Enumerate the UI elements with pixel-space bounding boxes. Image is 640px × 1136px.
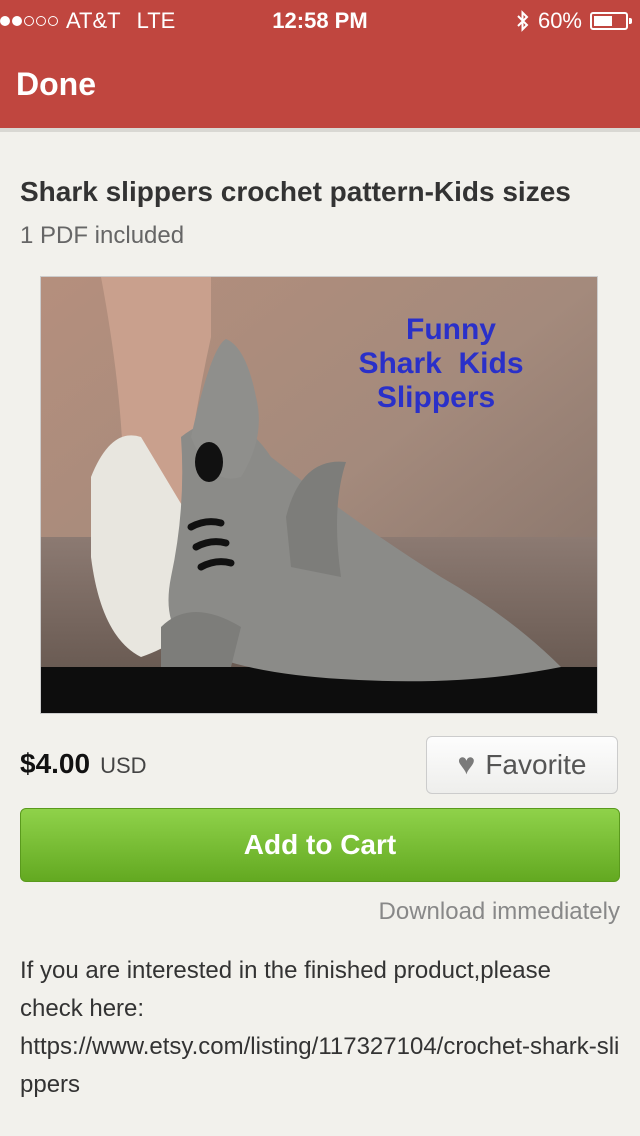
image-text-line-2: Shark Kids [358, 347, 523, 380]
listing-description: If you are interested in the finished pr… [20, 952, 620, 1104]
favorite-button[interactable]: ♥ Favorite [426, 736, 618, 794]
add-to-cart-button[interactable]: Add to Cart [20, 808, 620, 882]
header-divider [0, 128, 640, 132]
status-right: 60% [516, 8, 632, 34]
description-text: If you are interested in the finished pr… [20, 957, 551, 1022]
done-button[interactable]: Done [16, 66, 96, 103]
product-image[interactable]: Funny Shark Kids Slippers [40, 276, 598, 714]
heart-icon: ♥ [457, 748, 476, 781]
battery-percent: 60% [537, 8, 582, 33]
image-text-line-3: Slippers [377, 381, 495, 414]
description-link[interactable]: https://www.etsy.com/listing/117327104/c… [20, 1028, 620, 1104]
status-bar: AT&T LTE 12:58 PM 60% [0, 0, 640, 40]
image-text-line-1: Funny [406, 313, 496, 346]
bluetooth-icon [517, 10, 529, 32]
download-note: Download immediately [378, 898, 620, 925]
navigation-bar: AT&T LTE 12:58 PM 60% Done [0, 0, 640, 128]
listing-title: Shark slippers crochet pattern-Kids size… [20, 176, 571, 207]
battery-icon [590, 12, 632, 30]
price-amount: $4.00 [20, 748, 91, 779]
listing-subtitle: 1 PDF included [20, 222, 185, 249]
favorite-label: Favorite [485, 749, 587, 780]
price-currency: USD [100, 753, 147, 778]
price: $4.00 USD [20, 748, 147, 780]
